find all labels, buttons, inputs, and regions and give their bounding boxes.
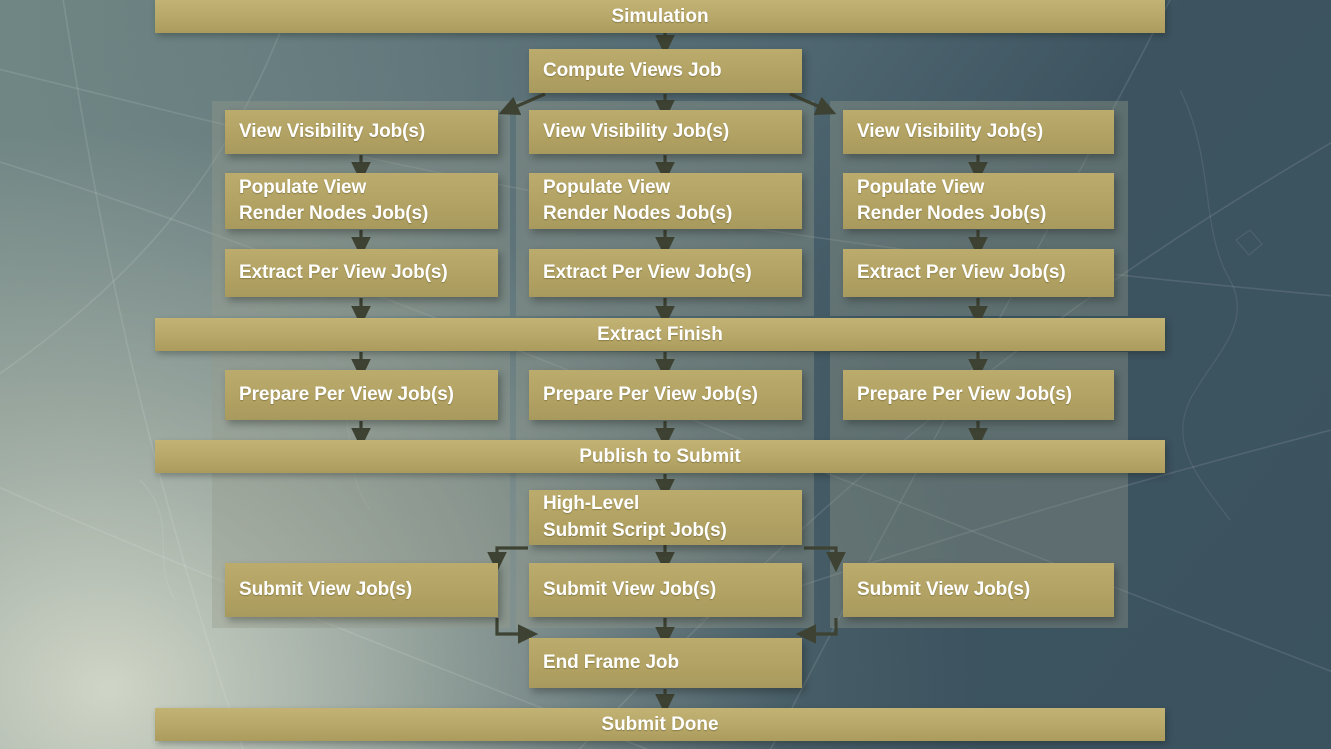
stage-bar-submit-done[interactable]: Submit Done xyxy=(155,708,1165,741)
node-label: View Visibility Job(s) xyxy=(543,120,730,142)
node-label-line-2: Render Nodes Job(s) xyxy=(239,203,429,224)
node-label-line-1: High-Level xyxy=(543,493,640,515)
node-label-line-2: Render Nodes Job(s) xyxy=(543,203,733,224)
node-submit-view-job-middle[interactable]: Submit View Job(s) xyxy=(529,563,802,617)
node-compute-views-job[interactable]: Compute Views Job xyxy=(529,49,802,93)
node-submit-view-job-left[interactable]: Submit View Job(s) xyxy=(225,563,498,617)
node-prepare-per-view-job-right[interactable]: Prepare Per View Job(s) xyxy=(843,370,1114,420)
node-label: View Visibility Job(s) xyxy=(857,120,1044,142)
node-prepare-per-view-job-left[interactable]: Prepare Per View Job(s) xyxy=(225,370,498,420)
node-high-level-submit-script-job[interactable]: High-Level Submit Script Job(s) xyxy=(529,490,802,545)
node-populate-view-render-nodes-job-right[interactable]: Populate View Render Nodes Job(s) xyxy=(843,173,1114,229)
node-label: Submit View Job(s) xyxy=(543,578,717,600)
stage-bar-publish-to-submit[interactable]: Publish to Submit xyxy=(155,440,1165,473)
node-submit-view-job-right[interactable]: Submit View Job(s) xyxy=(843,563,1114,617)
node-label-line-2: Render Nodes Job(s) xyxy=(857,203,1047,224)
node-label: Extract Per View Job(s) xyxy=(543,261,752,283)
node-label: Prepare Per View Job(s) xyxy=(239,383,454,405)
node-label-line-1: Populate View xyxy=(543,176,671,198)
node-populate-view-render-nodes-job-middle[interactable]: Populate View Render Nodes Job(s) xyxy=(529,173,802,229)
node-label: Prepare Per View Job(s) xyxy=(857,383,1072,405)
node-label: Compute Views Job xyxy=(543,59,722,81)
node-label: View Visibility Job(s) xyxy=(239,120,426,142)
node-view-visibility-job-left[interactable]: View Visibility Job(s) xyxy=(225,110,498,154)
diagram-canvas: Simulation Extract Finish Publish to Sub… xyxy=(0,0,1331,749)
node-end-frame-job[interactable]: End Frame Job xyxy=(529,638,802,688)
node-extract-per-view-job-left[interactable]: Extract Per View Job(s) xyxy=(225,249,498,297)
stage-bar-simulation[interactable]: Simulation xyxy=(155,0,1165,33)
node-label-line-1: Populate View xyxy=(239,176,367,198)
node-label-line-2: Submit Script Job(s) xyxy=(543,519,727,541)
node-extract-per-view-job-middle[interactable]: Extract Per View Job(s) xyxy=(529,249,802,297)
node-populate-view-render-nodes-job-left[interactable]: Populate View Render Nodes Job(s) xyxy=(225,173,498,229)
node-label: Extract Per View Job(s) xyxy=(239,261,448,283)
node-label: Prepare Per View Job(s) xyxy=(543,383,758,405)
stage-bar-extract-finish[interactable]: Extract Finish xyxy=(155,318,1165,351)
node-prepare-per-view-job-middle[interactable]: Prepare Per View Job(s) xyxy=(529,370,802,420)
node-view-visibility-job-middle[interactable]: View Visibility Job(s) xyxy=(529,110,802,154)
node-label: End Frame Job xyxy=(543,651,679,673)
node-label: Submit View Job(s) xyxy=(857,578,1031,600)
node-label-line-1: Populate View xyxy=(857,176,985,198)
node-extract-per-view-job-right[interactable]: Extract Per View Job(s) xyxy=(843,249,1114,297)
node-view-visibility-job-right[interactable]: View Visibility Job(s) xyxy=(843,110,1114,154)
node-label: Submit View Job(s) xyxy=(239,578,413,600)
node-label: Extract Per View Job(s) xyxy=(857,261,1066,283)
